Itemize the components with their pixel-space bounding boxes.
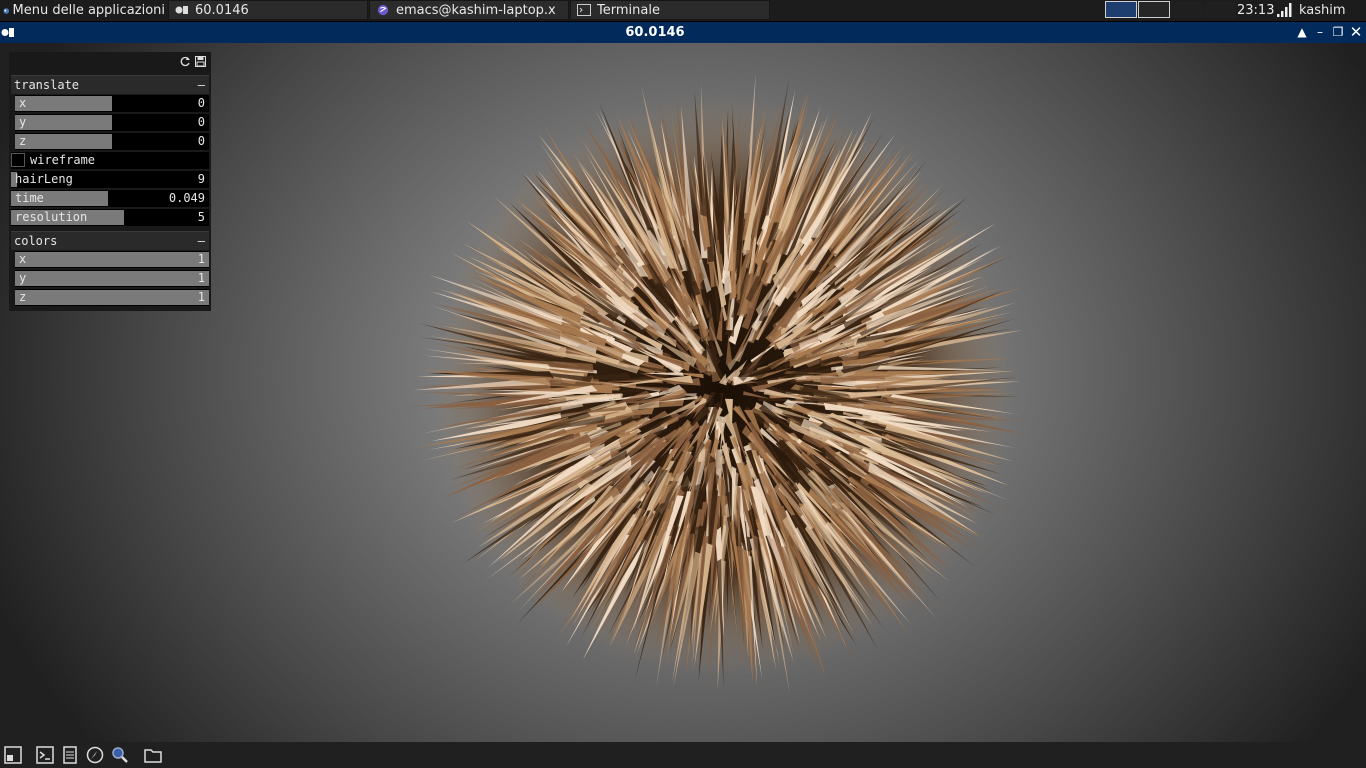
wireframe-toggle[interactable]: wireframe — [11, 152, 209, 169]
slider-fill — [15, 134, 112, 149]
search-icon[interactable] — [111, 746, 129, 764]
applications-menu-button[interactable]: Menu delle applicazioni — [0, 0, 165, 21]
translate-z-slider[interactable]: z 0 — [15, 133, 209, 150]
task-button-terminal[interactable]: Terminale — [570, 0, 770, 20]
slider-fill — [15, 252, 209, 267]
of-app-icon — [175, 6, 188, 14]
task-label: emacs@kashim-laptop.x — [396, 2, 556, 18]
file-manager-launcher-icon[interactable] — [61, 746, 79, 764]
web-browser-icon[interactable] — [86, 746, 104, 764]
slider-label: resolution — [15, 210, 88, 224]
close-icon[interactable]: ✕ — [1348, 22, 1364, 43]
wireframe-label: wireframe — [30, 153, 96, 167]
slider-label: x — [19, 96, 27, 110]
workspace-2[interactable] — [1138, 1, 1170, 18]
emacs-icon — [377, 4, 389, 16]
colors-x-slider[interactable]: x 1 — [15, 251, 209, 268]
task-label: Terminale — [597, 2, 660, 18]
slider-value: 0.049 — [168, 191, 205, 205]
slider-fill — [15, 271, 209, 286]
translate-x-slider[interactable]: x 0 — [15, 95, 209, 112]
translate-group-header[interactable]: translate – — [11, 75, 209, 94]
slider-label: y — [19, 115, 27, 129]
translate-y-slider[interactable]: y 0 — [15, 114, 209, 131]
slider-value: 0 — [197, 115, 205, 129]
workspace-1[interactable] — [1105, 1, 1137, 18]
terminal-launcher-icon[interactable] — [36, 746, 54, 764]
slider-fill — [15, 290, 209, 305]
slider-label: x — [19, 252, 27, 266]
top-panel: Menu delle applicazioni 60.0146 emacs@ka… — [0, 0, 1366, 21]
colors-group-label: colors — [14, 234, 58, 248]
settings-gui-panel: translate – x 0 y 0 z 0 wireframe hairLe… — [9, 52, 211, 311]
clock[interactable]: 23:13 — [1237, 0, 1274, 21]
maximize-icon[interactable]: ❐ — [1330, 22, 1346, 43]
slider-value: 9 — [197, 172, 205, 186]
slider-label: z — [19, 134, 27, 148]
workspace-3[interactable] — [1171, 1, 1203, 18]
folder-icon[interactable] — [144, 746, 162, 764]
collapse-icon[interactable]: – — [198, 232, 205, 250]
user-name[interactable]: kashim — [1299, 0, 1346, 21]
minimize-icon[interactable]: – — [1312, 22, 1328, 43]
slider-value: 0 — [197, 96, 205, 110]
window-titlebar[interactable]: 60.0146 ▲ – ❐ ✕ — [0, 22, 1366, 43]
slider-label: z — [19, 290, 27, 304]
network-signal-icon[interactable] — [1276, 3, 1292, 18]
task-button-emacs[interactable]: emacs@kashim-laptop.x — [369, 0, 569, 20]
slider-label: y — [19, 271, 27, 285]
translate-group-label: translate — [14, 78, 80, 92]
window-title: 60.0146 — [625, 25, 685, 40]
colors-y-slider[interactable]: y 1 — [15, 270, 209, 287]
show-desktop-icon[interactable] — [4, 746, 22, 764]
bottom-panel — [0, 742, 1366, 768]
workspace-4[interactable] — [1204, 1, 1236, 18]
colors-z-slider[interactable]: z 1 — [15, 289, 209, 306]
hairleng-slider[interactable]: hairLeng 9 — [11, 171, 209, 188]
slider-value: 1 — [197, 252, 205, 266]
slider-value: 1 — [197, 290, 205, 304]
save-icon[interactable] — [195, 56, 206, 67]
colors-group-header[interactable]: colors – — [11, 231, 209, 250]
wireframe-checkbox[interactable] — [11, 153, 25, 167]
window-above-icon[interactable]: ▲ — [1294, 22, 1310, 43]
xfce-menu-icon — [3, 7, 10, 14]
terminal-icon — [577, 4, 591, 16]
collapse-icon[interactable]: – — [198, 76, 205, 94]
reload-icon[interactable] — [180, 56, 191, 67]
slider-fill — [15, 96, 112, 111]
slider-value: 5 — [197, 210, 205, 224]
task-button-of-app[interactable]: 60.0146 — [168, 0, 368, 20]
slider-fill — [15, 115, 112, 130]
slider-label: hairLeng — [15, 172, 73, 186]
slider-value: 0 — [197, 134, 205, 148]
applications-menu-label: Menu delle applicazioni — [12, 3, 165, 18]
time-slider[interactable]: time 0.049 — [11, 190, 209, 207]
resolution-slider[interactable]: resolution 5 — [11, 209, 209, 226]
task-label: 60.0146 — [195, 2, 249, 18]
slider-label: time — [15, 191, 44, 205]
slider-value: 1 — [197, 271, 205, 285]
